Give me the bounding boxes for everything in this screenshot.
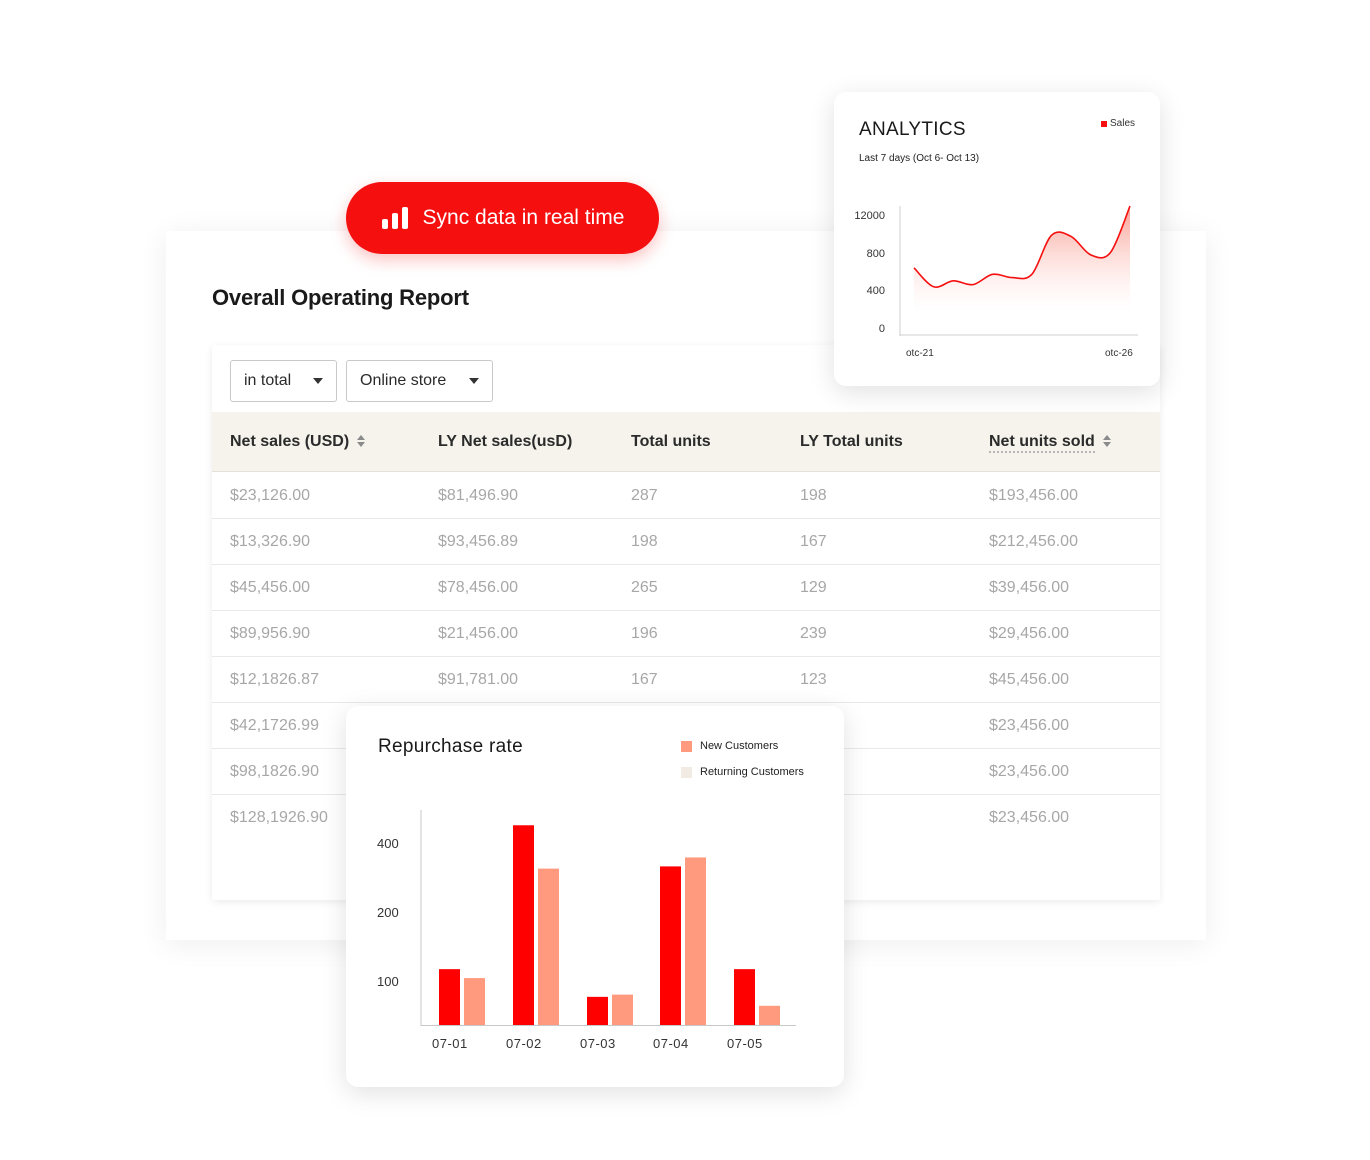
y-tick-label: 100 [377,974,399,989]
report-title: Overall Operating Report [212,285,469,310]
table-cell: 123 [800,671,827,688]
table-cell: $93,456.89 [438,533,519,550]
bar-07-03-series-1 [612,994,633,1025]
legend-label: Sales [1110,118,1136,129]
table-cell: $89,956.90 [230,625,311,642]
table-cell: 129 [800,579,827,596]
table-row: $23,126.00 $81,496.90 287 198 $193,456.00 [212,473,1160,519]
legend-swatch [1101,120,1107,127]
table-cell: $12,1826.87 [230,671,319,688]
table-cell: $128,1926.90 [230,809,328,826]
table-cell: $39,456.00 [989,579,1070,596]
y-tick-label: 0 [878,323,885,335]
bar-07-03-series-0 [587,996,608,1025]
table-cell: $193,456.00 [989,487,1078,504]
table-cell: $45,456.00 [989,671,1070,688]
chevron-down-icon [313,378,323,384]
scope-dropdown[interactable]: in total [230,360,337,402]
table-cell: $98,1826.90 [230,763,319,780]
bar-07-05-series-0 [734,969,755,1025]
bar-07-02-series-1 [538,868,559,1025]
y-tick-label: 200 [377,905,399,920]
bar-07-02-series-0 [513,825,534,1025]
table-cell: 167 [800,533,827,550]
table-cell: $21,456.00 [438,625,519,642]
column-header-total-units: Total units [631,433,711,450]
sync-data-label: Sync data in real time [422,206,625,229]
bar-chart-icon [381,207,408,229]
table-cell: 198 [631,533,658,550]
table-cell: $29,456.00 [989,625,1070,642]
bar-07-01-series-1 [464,978,485,1025]
channel-dropdown[interactable]: Online store [346,360,493,402]
x-tick-label: 07-04 [653,1036,689,1051]
y-tick-label: 400 [866,285,885,297]
analytics-subtitle: Last 7 days (Oct 6- Oct 13) [859,153,980,164]
table-row: $45,456.00 $78,456.00 265 129 $39,456.00 [212,565,1160,611]
table-cell: 265 [631,579,658,596]
bar-07-01-series-0 [439,969,460,1025]
bar-07-05-series-1 [759,1005,780,1025]
chevron-down-icon [469,378,479,384]
y-tick-label: 12000 [854,210,885,222]
table-cell: 196 [631,625,658,642]
y-tick-label: 800 [866,248,885,260]
x-tick-label: 07-03 [580,1036,616,1051]
table-cell: $23,456.00 [989,717,1070,734]
table-cell: $212,456.00 [989,533,1078,550]
y-tick-label: 400 [377,836,399,851]
repurchase-card: Repurchase rate New Customers Returning … [346,706,844,1087]
table-cell: $91,781.00 [438,671,519,688]
table-cell: 167 [631,671,658,688]
sales-area [914,206,1130,313]
x-tick-label: otc-21 [906,348,934,359]
column-header-ly-net-sales: LY Net sales(usD) [438,433,573,450]
column-header-ly-total-units: LY Total units [800,433,903,450]
table-row: $13,326.90 $93,456.89 198 167 $212,456.00 [212,519,1160,565]
column-header-net-sales[interactable]: Net sales (USD) [230,433,366,451]
x-tick-label: 07-05 [727,1036,763,1051]
column-header-label: Net units sold [989,433,1095,453]
channel-dropdown-value: Online store [360,372,447,389]
table-cell: $23,126.00 [230,487,311,504]
repurchase-chart [420,810,796,1026]
table-cell: $13,326.90 [230,533,311,550]
table-cell: $23,456.00 [989,809,1070,826]
column-header-label: Net sales (USD) [230,433,350,450]
table-cell: $81,496.90 [438,487,519,504]
x-tick-label: 07-02 [506,1036,542,1051]
sort-icon[interactable] [1102,434,1111,447]
scope-dropdown-value: in total [244,372,292,389]
table-cell: 239 [800,625,827,642]
table-header: Net sales (USD) LY Net sales(usD) Total … [212,412,1160,472]
analytics-title: ANALYTICS [859,119,966,140]
sort-icon[interactable] [357,434,366,447]
x-tick-label: 07-01 [432,1036,468,1051]
table-cell: $42,1726.99 [230,717,319,734]
bar-07-04-series-0 [660,866,681,1025]
table-cell: $23,456.00 [989,763,1070,780]
table-cell: 198 [800,487,827,504]
analytics-legend: Sales [1101,118,1135,129]
table-row: $12,1826.87 $91,781.00 167 123 $45,456.00 [212,657,1160,703]
analytics-card: ANALYTICS Last 7 days (Oct 6- Oct 13) Sa… [834,92,1160,386]
table-cell: $78,456.00 [438,579,519,596]
x-tick-label: otc-26 [1105,348,1133,359]
table-cell: $45,456.00 [230,579,311,596]
table-row: $89,956.90 $21,456.00 196 239 $29,456.00 [212,611,1160,657]
sync-data-badge[interactable]: Sync data in real time [346,182,659,254]
bar-07-04-series-1 [685,857,706,1025]
table-cell: 287 [631,487,658,504]
column-header-net-units-sold[interactable]: Net units sold [989,433,1111,453]
